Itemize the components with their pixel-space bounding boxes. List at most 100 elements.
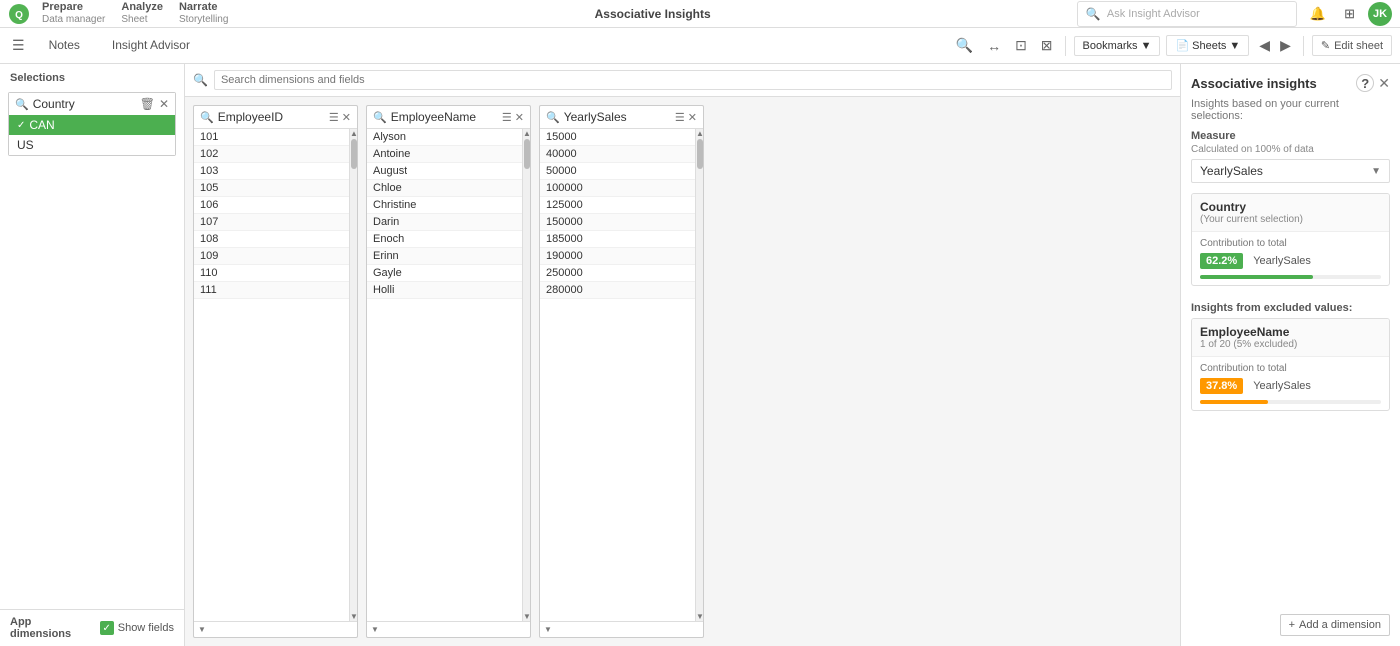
show-fields-toggle[interactable]: ✓ Show fields [100,621,174,635]
scroll-up-button[interactable]: ▲ [523,129,530,138]
table-row[interactable]: 15000 [540,129,695,146]
table-row[interactable]: 100000 [540,180,695,197]
table-row[interactable]: Enoch [367,231,522,248]
table-remove-icon-button[interactable]: ✕ [688,111,697,124]
table-row[interactable]: Antoine [367,146,522,163]
table-row[interactable]: 103 [194,163,349,180]
right-panel-title: Associative insights [1191,76,1317,91]
app-dim-label: App dimensions [10,616,94,640]
insight-advisor-bar[interactable]: 🔍 Ask Insight Advisor [1077,1,1297,27]
help-button[interactable]: ? [1356,74,1374,92]
app-title: Associative Insights [228,7,1076,21]
list-item[interactable]: US [9,135,175,155]
next-sheet-button[interactable]: ▶ [1276,35,1295,56]
table-row[interactable]: 150000 [540,214,695,231]
table-row[interactable]: 105 [194,180,349,197]
footer-down-button[interactable]: ▼ [371,625,379,634]
bookmarks-dropdown[interactable]: Bookmarks ▼ [1074,36,1161,56]
selection-mode-button[interactable]: ↔ [983,36,1005,56]
prev-sheet-button[interactable]: ◀ [1255,35,1274,56]
field-clear-button[interactable]: 🗑 [140,97,155,111]
table-row[interactable]: 109 [194,248,349,265]
table-row[interactable]: 106 [194,197,349,214]
measure-label: Measure [1191,130,1390,142]
table-row[interactable]: 110 [194,265,349,282]
table-row[interactable]: 190000 [540,248,695,265]
app-dimensions-bar: App dimensions ✓ Show fields [0,609,184,646]
table-row[interactable]: Erinn [367,248,522,265]
svg-text:Q: Q [15,10,23,21]
avatar[interactable]: JK [1368,2,1392,26]
footer-down-button[interactable]: ▼ [198,625,206,634]
edit-sheet-button[interactable]: ✎ Edit sheet [1312,35,1392,56]
nav-arrows: ◀ ▶ [1255,35,1295,56]
filter-button[interactable]: ⊡ [1011,35,1031,56]
table-list-icon-button[interactable]: ☰ [675,111,685,124]
table-row[interactable]: 101 [194,129,349,146]
add-dimension-button[interactable]: + Add a dimension [1280,614,1390,636]
measure-sub: Calculated on 100% of data [1191,144,1390,155]
table-row[interactable]: 40000 [540,146,695,163]
tab-insight-advisor[interactable]: Insight Advisor [100,34,202,58]
list-item[interactable]: ✓ CAN [9,115,175,135]
table-remove-icon-button[interactable]: ✕ [515,111,524,124]
scroll-down-button[interactable]: ▼ [350,612,357,621]
table-icons: ☰ ✕ [329,111,351,124]
sheets-dropdown[interactable]: 📄 Sheets ▼ [1166,35,1249,56]
table-row[interactable]: 280000 [540,282,695,299]
scrollbar-thumb [697,139,703,169]
country-field-title: Country [33,97,136,111]
fullscreen-button[interactable]: ⊠ [1037,35,1057,56]
table-list-icon-button[interactable]: ☰ [329,111,339,124]
table-row[interactable]: Alyson [367,129,522,146]
country-card-subtitle: (Your current selection) [1200,214,1381,225]
employee-name-table-inner: Alyson Antoine August Chloe Christine Da… [367,129,530,621]
yearly-sales-scrollbar[interactable]: ▲ ▼ [695,129,703,621]
table-row[interactable]: August [367,163,522,180]
table-row[interactable]: 108 [194,231,349,248]
employee-id-rows: 101 102 103 105 106 107 108 109 110 111 [194,129,349,621]
table-row[interactable]: 185000 [540,231,695,248]
table-list-icon-button[interactable]: ☰ [502,111,512,124]
employee-id-table: 🔍 EmployeeID ☰ ✕ 101 102 103 105 106 107 [193,105,358,638]
scroll-up-button[interactable]: ▲ [696,129,703,138]
yearly-sales-rows: 15000 40000 50000 100000 125000 150000 1… [540,129,695,621]
measure-dropdown[interactable]: YearlySales ▼ [1191,159,1390,183]
contribution-row: 37.8% YearlySales [1200,378,1381,394]
employee-name-scrollbar[interactable]: ▲ ▼ [522,129,530,621]
table-row[interactable]: 125000 [540,197,695,214]
selection-list: ✓ CAN US [9,115,175,155]
table-row[interactable]: 107 [194,214,349,231]
employee-name-footer: ▼ [367,621,530,637]
scroll-up-button[interactable]: ▲ [350,129,357,138]
table-row[interactable]: 50000 [540,163,695,180]
table-remove-icon-button[interactable]: ✕ [342,111,351,124]
check-icon: ✓ [17,120,25,131]
notification-button[interactable]: 🔔 [1305,4,1331,24]
table-row[interactable]: Christine [367,197,522,214]
table-search-icon: 🔍 [546,111,560,124]
table-row[interactable]: 111 [194,282,349,299]
selections-header: Selections [0,64,184,88]
table-row[interactable]: Chloe [367,180,522,197]
menu-toggle-button[interactable]: ☰ [8,35,29,56]
field-search-icon: 🔍 [15,98,29,111]
table-row[interactable]: Gayle [367,265,522,282]
scroll-down-button[interactable]: ▼ [696,612,703,621]
app-logo: Q [8,3,30,25]
table-row[interactable]: Darin [367,214,522,231]
table-row[interactable]: Holli [367,282,522,299]
smart-search-button[interactable]: 🔍 [952,35,977,56]
field-remove-button[interactable]: ✕ [159,97,169,111]
table-row[interactable]: 250000 [540,265,695,282]
table-row[interactable]: 102 [194,146,349,163]
search-dims-input[interactable] [214,70,1172,90]
tab-notes[interactable]: Notes [37,34,92,58]
employee-id-scrollbar[interactable]: ▲ ▼ [349,129,357,621]
apps-grid-button[interactable]: ⊞ [1339,4,1360,24]
close-panel-button[interactable]: ✕ [1378,75,1390,92]
bookmarks-arrow: ▼ [1141,40,1152,52]
scroll-down-button[interactable]: ▼ [523,612,530,621]
employee-id-title: EmployeeID [218,110,325,124]
footer-down-button[interactable]: ▼ [544,625,552,634]
